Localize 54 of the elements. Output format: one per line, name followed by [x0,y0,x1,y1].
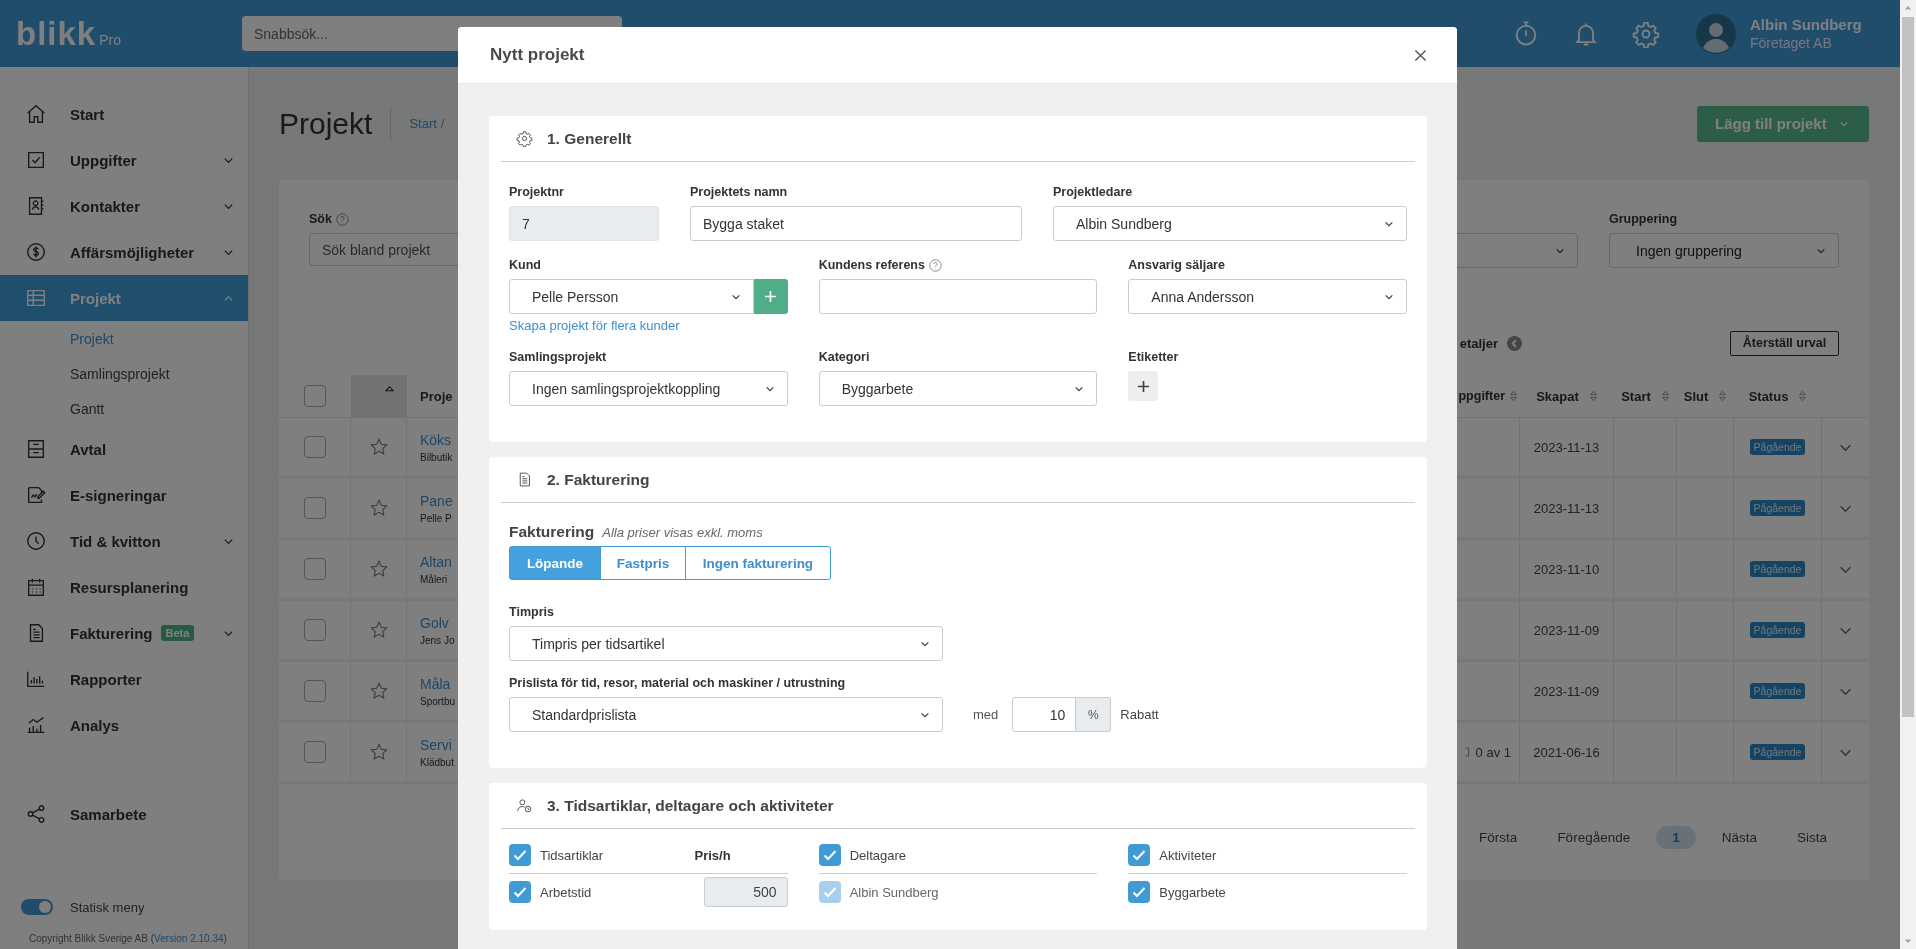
billing-note: Alla priser visas exkl. moms [602,525,763,540]
status-badge: Pågående [1749,622,1806,638]
status-badge: Pågående [1749,561,1806,577]
created-date: 2021-06-16 [1533,744,1600,760]
search-label: Sök [309,212,332,226]
field-label: Projektnr [509,185,564,199]
breadcrumb-separator: / [440,116,445,131]
customer-name: Klädbut [420,756,454,768]
checkbox-label: Aktiviteter [1159,847,1217,863]
field-label: Prislista för tid, resor, material och maskiner / utrustning [509,676,846,690]
created-date: 2023-11-09 [1533,683,1600,699]
customer-name: Jens Jo [420,634,455,646]
percent-addon: % [1076,697,1112,732]
discount-prefix: med [973,707,999,722]
created-date: 2023-11-10 [1533,561,1600,577]
created-date: 2023-11-13 [1533,439,1600,455]
discount-suffix: Rabatt [1120,707,1159,722]
checkbox-label: Tidsartiklar [540,847,604,863]
beta-badge: Beta [160,625,195,641]
field-label: Projektledare [1053,185,1133,199]
toggle-label: Statisk meny [70,899,145,915]
status-badge: Pågående [1749,500,1806,516]
checkbox-label: Albin Sundberg [849,884,939,900]
created-date: 2023-11-13 [1533,500,1600,516]
field-label: Timpris [509,605,554,619]
copyright-text: Copyright Blikk Sverige AB (Version 2.10.34) [29,933,228,944]
section-title: 3. Tidsartiklar, deltagare och aktiviteter [547,796,834,815]
billing-label: Fakturering [509,523,595,541]
customer-name: Måleri [420,573,449,585]
checkbox-label: Deltagare [849,847,907,863]
field-label: Kundens referens [818,258,925,272]
company-name: Företaget AB [1750,35,1833,51]
grouping-label: Gruppering [1609,211,1679,228]
status-badge: Pågående [1749,683,1806,699]
column-header: Pris/h [694,847,731,863]
field-label: Samlingsprojekt [509,350,607,364]
field-label: Kategori [818,350,870,364]
field-label: Ansvarig säljare [1128,258,1225,272]
customer-name: Sportbu [420,695,456,707]
checkbox-label: Byggarbete [1159,884,1226,900]
field-label: Etiketter [1128,350,1179,364]
status-badge: Pågående [1749,439,1806,455]
status-badge: Pågående [1749,744,1806,760]
created-date: 2023-11-09 [1533,622,1600,638]
checkbox-label: Arbetstid [540,884,592,900]
page-title: Projekt [279,106,373,141]
section-title: 2. Fakturering [547,470,650,489]
user-name: Albin Sundberg [1750,16,1863,33]
customer-name: Bilbutik [420,451,453,463]
field-label: Kund [509,258,541,272]
task-count: 0 av 1 [1475,744,1511,760]
customer-name: Pelle P [420,512,453,524]
section-title: 1. Generellt [547,129,632,148]
field-label: Projektets namn [690,185,788,199]
